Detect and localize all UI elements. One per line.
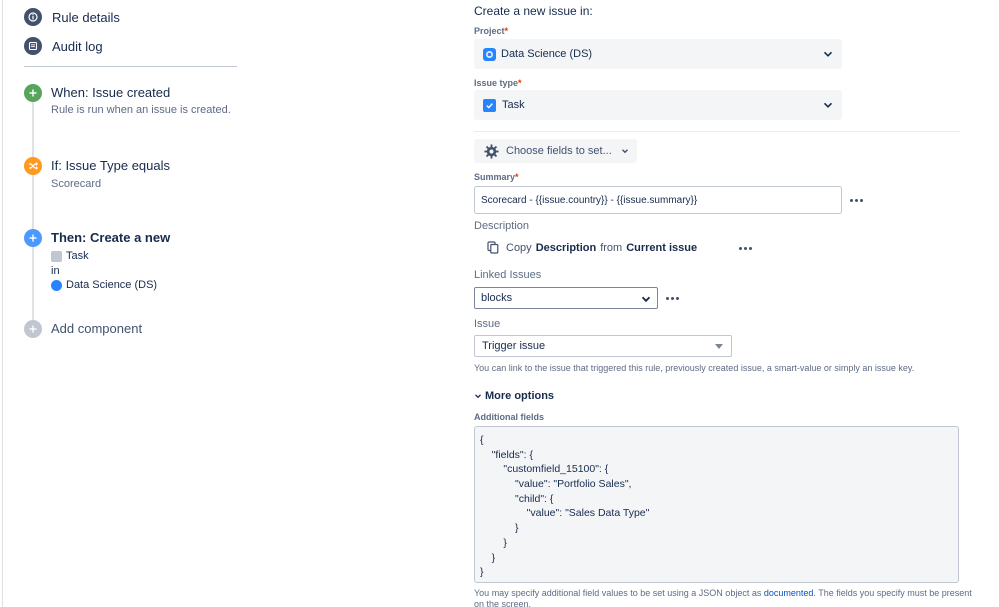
description-copy-row: Copy Description from Current issue bbox=[487, 241, 701, 254]
step-trigger-subtitle: Rule is run when an issue is created. bbox=[51, 104, 231, 116]
json-line: } bbox=[480, 522, 519, 535]
add-component-label: Add component bbox=[51, 321, 143, 336]
json-line: { bbox=[480, 434, 484, 446]
issue-type-select-value: Task bbox=[502, 99, 525, 111]
copy-prefix: Copy bbox=[506, 241, 532, 254]
helper-prefix: You may specify additional field values … bbox=[474, 588, 764, 598]
chevron-down-icon bbox=[823, 102, 833, 108]
issue-helper-text: You can link to the issue that triggered… bbox=[474, 363, 915, 373]
project-label: Project* bbox=[474, 26, 508, 36]
json-line: } bbox=[480, 536, 507, 549]
nav-audit-log[interactable]: Audit log bbox=[24, 36, 103, 56]
required-mark: * bbox=[518, 78, 522, 88]
summary-label-text: Summary bbox=[474, 172, 516, 182]
json-line: "child": { bbox=[480, 492, 554, 505]
description-more-icon[interactable] bbox=[739, 247, 752, 250]
chevron-down-icon bbox=[641, 296, 651, 303]
json-line: "value": "Portfolio Sales", bbox=[480, 478, 632, 491]
copy-icon bbox=[487, 241, 499, 254]
plus-icon bbox=[24, 320, 42, 338]
summary-input-value: Scorecard - {{issue.country}} - {{issue.… bbox=[481, 194, 698, 206]
json-line: } bbox=[480, 551, 496, 564]
documented-link[interactable]: documented bbox=[764, 588, 814, 598]
chevron-down-icon bbox=[621, 149, 628, 154]
additional-fields-helper-line2: on the screen. bbox=[474, 599, 532, 607]
linked-issues-label: Linked Issues bbox=[474, 269, 542, 281]
step-action-project-label: Data Science (DS) bbox=[66, 279, 158, 291]
copy-field-name: Description bbox=[535, 241, 597, 254]
step-action-in-label: in bbox=[51, 265, 60, 277]
step-action-issue-type-label: Task bbox=[66, 250, 89, 262]
task-type-icon bbox=[51, 250, 62, 262]
issue-type-label-text: Issue type bbox=[474, 78, 519, 88]
issue-select-value: Trigger issue bbox=[482, 340, 546, 352]
project-select-value: Data Science (DS) bbox=[501, 48, 593, 60]
json-line: "customfield_15100": { bbox=[480, 463, 609, 476]
json-line: "value": "Sales Data Type" bbox=[480, 507, 650, 520]
form-heading: Create a new issue in: bbox=[474, 4, 593, 18]
nav-rule-details[interactable]: Rule details bbox=[24, 7, 120, 27]
issue-type-select[interactable]: Task bbox=[474, 90, 842, 120]
issue-select[interactable]: Trigger issue bbox=[474, 335, 732, 357]
step-trigger-title: When: Issue created bbox=[51, 85, 171, 100]
copy-source-name: Current issue bbox=[626, 241, 698, 254]
form-divider bbox=[474, 131, 960, 132]
chevron-down-icon bbox=[475, 394, 481, 399]
step-condition-subtitle: Scorecard bbox=[51, 178, 102, 190]
issue-type-label: Issue type* bbox=[474, 78, 522, 88]
plus-icon bbox=[24, 229, 42, 247]
helper-suffix: . The fields you specify must be present bbox=[813, 588, 972, 598]
additional-fields-helper: You may specify additional field values … bbox=[474, 588, 972, 598]
json-line: "fields": { bbox=[480, 448, 533, 461]
description-label: Description bbox=[474, 220, 530, 232]
project-label-text: Project bbox=[474, 26, 505, 36]
link-type-select[interactable]: blocks bbox=[474, 287, 658, 309]
step-action-project: Data Science (DS) bbox=[51, 279, 157, 291]
link-type-select-value: blocks bbox=[481, 292, 513, 304]
caret-down-icon bbox=[715, 344, 723, 349]
summary-input[interactable]: Scorecard - {{issue.country}} - {{issue.… bbox=[474, 186, 842, 214]
step-action-issue-type: Task bbox=[51, 250, 89, 262]
step-condition-title: If: Issue Type equals bbox=[51, 158, 170, 173]
json-line: } bbox=[480, 566, 484, 579]
required-mark: * bbox=[515, 172, 519, 182]
copy-from-text: from bbox=[600, 241, 623, 254]
project-avatar-icon bbox=[51, 279, 62, 291]
nav-audit-log-label: Audit log bbox=[52, 38, 103, 54]
more-options-toggle[interactable]: More options bbox=[474, 390, 554, 402]
issue-label: Issue bbox=[474, 318, 501, 330]
left-panel-border bbox=[2, 0, 3, 607]
summary-more-icon[interactable] bbox=[850, 199, 863, 202]
required-mark: * bbox=[504, 26, 509, 36]
nav-rule-details-label: Rule details bbox=[52, 9, 120, 25]
info-icon bbox=[24, 8, 42, 26]
linked-issues-more-icon[interactable] bbox=[666, 297, 679, 300]
choose-fields-label: Choose fields to set... bbox=[506, 145, 612, 157]
choose-fields-button[interactable]: Choose fields to set... bbox=[474, 139, 637, 163]
task-checkbox-icon bbox=[483, 98, 496, 112]
audit-log-icon bbox=[24, 37, 42, 55]
project-avatar-icon bbox=[483, 47, 496, 61]
project-select[interactable]: Data Science (DS) bbox=[474, 39, 842, 69]
plus-icon bbox=[24, 84, 42, 102]
gear-icon bbox=[484, 143, 499, 159]
summary-label: Summary* bbox=[474, 172, 519, 182]
sidebar-divider bbox=[24, 66, 237, 67]
shuffle-icon bbox=[24, 157, 42, 175]
additional-fields-textarea[interactable]: { "fields": { "customfield_15100": { "va… bbox=[474, 426, 959, 583]
timeline-connector bbox=[32, 102, 34, 326]
step-action-title: Then: Create a new bbox=[51, 230, 171, 245]
additional-fields-label: Additional fields bbox=[474, 412, 545, 422]
more-options-label: More options bbox=[485, 390, 555, 402]
chevron-down-icon bbox=[823, 51, 833, 57]
